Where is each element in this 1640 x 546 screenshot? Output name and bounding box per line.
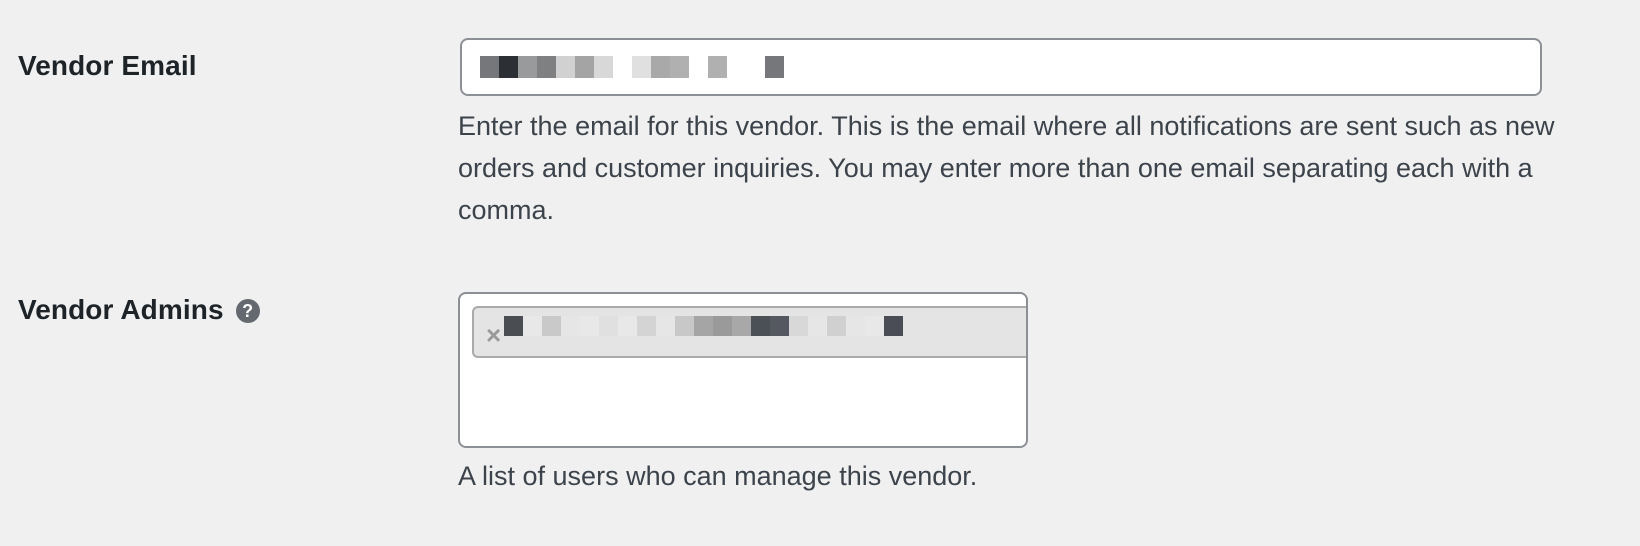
redaction-pixel <box>865 316 884 336</box>
redaction-pixel <box>746 56 765 78</box>
redaction-pixel <box>765 56 784 78</box>
vendor-admins-label: Vendor Admins <box>18 294 224 325</box>
vendor-admin-choice-redacted <box>504 316 922 336</box>
vendor-email-value-redacted <box>480 56 784 78</box>
redaction-pixel <box>504 316 523 336</box>
remove-icon[interactable]: × <box>486 322 501 348</box>
redaction-pixel <box>689 56 708 78</box>
redaction-pixel <box>670 56 689 78</box>
redaction-pixel <box>594 56 613 78</box>
vendor-admins-description: A list of users who can manage this vend… <box>458 461 978 491</box>
redaction-pixel <box>732 316 751 336</box>
question-circle-icon[interactable]: ? <box>235 299 260 323</box>
redaction-pixel <box>613 56 632 78</box>
redaction-pixel <box>751 316 770 336</box>
redaction-pixel <box>580 316 599 336</box>
vendor-email-description: Enter the email for this vendor. This is… <box>458 111 1555 225</box>
redaction-pixel <box>770 316 789 336</box>
vendor-admin-choice[interactable]: × <box>472 306 1026 358</box>
redaction-pixel <box>694 316 713 336</box>
redaction-pixel <box>575 56 594 78</box>
redaction-pixel <box>632 56 651 78</box>
redaction-pixel <box>808 316 827 336</box>
vendor-admins-select[interactable]: × <box>458 292 1028 448</box>
redaction-pixel <box>727 56 746 78</box>
redaction-pixel <box>537 56 556 78</box>
redaction-pixel <box>637 316 656 336</box>
redaction-pixel <box>656 316 675 336</box>
redaction-pixel <box>846 316 865 336</box>
redaction-pixel <box>651 56 670 78</box>
redaction-pixel <box>675 316 694 336</box>
vendor-email-input[interactable] <box>460 38 1542 96</box>
vendor-admins-label-wrap: Vendor Admins ? <box>18 294 260 326</box>
redaction-pixel <box>827 316 846 336</box>
redaction-pixel <box>599 316 618 336</box>
redaction-pixel <box>542 316 561 336</box>
redaction-pixel <box>884 316 903 336</box>
redaction-pixel <box>561 316 580 336</box>
redaction-pixel <box>556 56 575 78</box>
redaction-pixel <box>523 316 542 336</box>
redaction-pixel <box>518 56 537 78</box>
redaction-pixel <box>618 316 637 336</box>
redaction-pixel <box>499 56 518 78</box>
redaction-pixel <box>708 56 727 78</box>
redaction-pixel <box>789 316 808 336</box>
redaction-pixel <box>713 316 732 336</box>
redaction-pixel <box>480 56 499 78</box>
vendor-email-label: Vendor Email <box>18 50 197 81</box>
redaction-pixel <box>903 316 922 336</box>
